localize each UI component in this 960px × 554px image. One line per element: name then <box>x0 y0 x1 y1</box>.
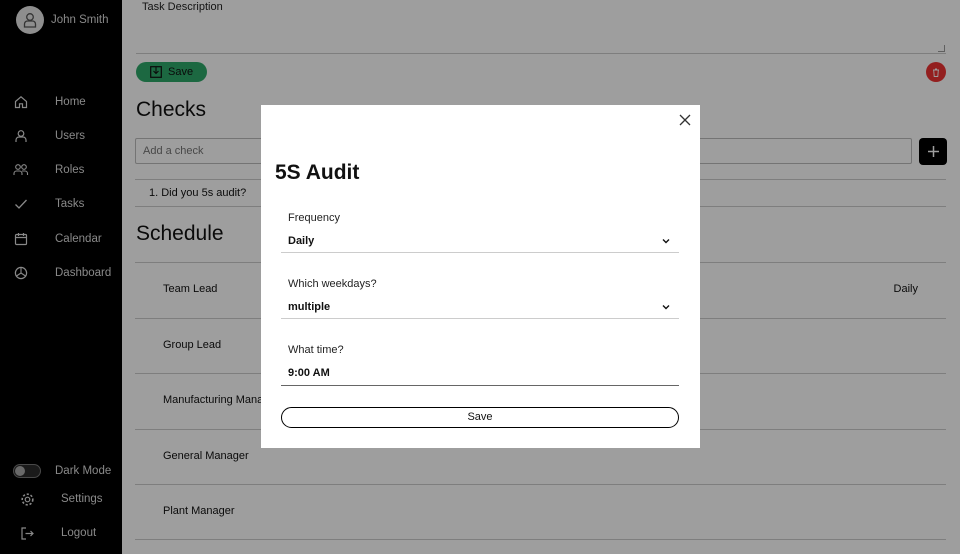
chevron-down-icon <box>662 239 670 244</box>
weekdays-value: multiple <box>288 301 331 313</box>
weekdays-select[interactable]: multiple <box>281 296 679 319</box>
modal-title: 5S Audit <box>275 161 360 184</box>
frequency-value: Daily <box>288 235 315 247</box>
close-icon[interactable] <box>678 113 692 127</box>
modal-save-button[interactable]: Save <box>281 407 679 428</box>
time-label: What time? <box>288 344 344 356</box>
schedule-modal: 5S Audit Frequency Daily Which weekdays?… <box>261 105 700 448</box>
frequency-select[interactable]: Daily <box>281 230 679 253</box>
frequency-label: Frequency <box>288 212 340 224</box>
time-input[interactable]: 9:00 AM <box>281 362 679 386</box>
time-value: 9:00 AM <box>288 367 330 379</box>
chevron-down-icon <box>662 305 670 310</box>
weekdays-label: Which weekdays? <box>288 278 377 290</box>
